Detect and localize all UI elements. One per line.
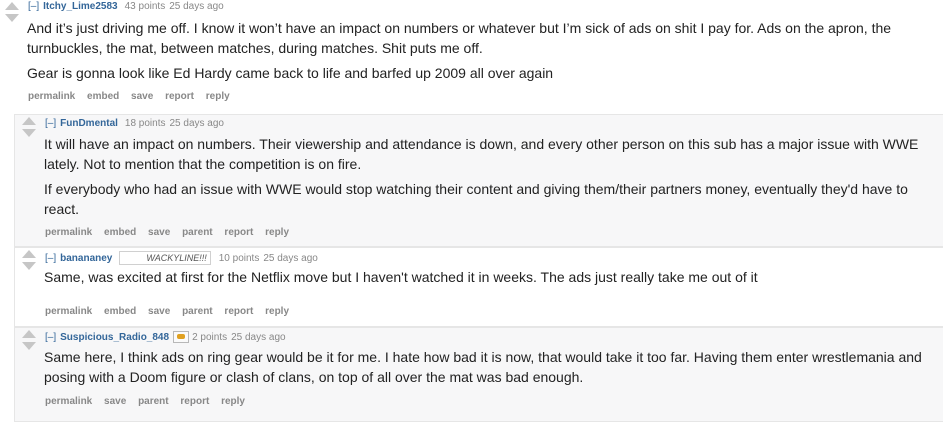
- comment-nested: [–] Suspicious_Radio_848 2 points 25 day…: [14, 327, 943, 422]
- parent-button[interactable]: parent: [182, 306, 213, 317]
- save-button[interactable]: save: [148, 306, 170, 317]
- score: 18 points: [124, 118, 166, 129]
- collapse-toggle[interactable]: [–]: [45, 253, 56, 264]
- report-button[interactable]: report: [224, 227, 253, 238]
- permalink-button[interactable]: permalink: [45, 227, 92, 238]
- comment-tagline: [–] Itchy_Lime2583 43 points 25 days ago: [28, 1, 224, 12]
- comment-body: Same, was excited at first for the Netfl…: [44, 267, 924, 292]
- vote-arrows: [21, 330, 37, 350]
- reply-button[interactable]: reply: [221, 396, 245, 407]
- timestamp: 25 days ago: [169, 118, 225, 129]
- comment-actions: permalink embed save parent report reply: [45, 306, 298, 317]
- comment-actions: permalink embed save parent report reply: [45, 227, 298, 238]
- reply-button[interactable]: reply: [265, 306, 289, 317]
- report-button[interactable]: report: [165, 91, 194, 102]
- parent-button[interactable]: parent: [182, 227, 213, 238]
- comment-paragraph: Same, was excited at first for the Netfl…: [44, 269, 758, 285]
- report-button[interactable]: report: [224, 306, 253, 317]
- vote-arrows: [4, 2, 20, 22]
- upvote-arrow-icon[interactable]: [22, 330, 36, 338]
- permalink-button[interactable]: permalink: [28, 91, 75, 102]
- user-flair: WACKYLINE!!!: [119, 251, 211, 265]
- score: 10 points: [218, 252, 260, 264]
- upvote-arrow-icon[interactable]: [22, 117, 36, 125]
- author-link[interactable]: banananey: [60, 253, 112, 264]
- reply-button[interactable]: reply: [265, 227, 289, 238]
- comment-tagline: [–] FunDmental 18 points 25 days ago: [45, 118, 224, 129]
- comment-paragraph: Same here, I think ads on ring gear woul…: [44, 349, 922, 385]
- embed-button[interactable]: embed: [104, 306, 136, 317]
- comment-body: Same here, I think ads on ring gear woul…: [44, 347, 924, 392]
- timestamp: 25 days ago: [263, 252, 318, 264]
- comment-actions: permalink save parent report reply: [45, 396, 254, 407]
- collapse-toggle[interactable]: [–]: [45, 118, 56, 129]
- comment-actions: permalink embed save report reply: [28, 91, 239, 102]
- vote-arrows: [21, 250, 37, 270]
- score: 2 points: [192, 331, 228, 343]
- comment: [–] Itchy_Lime2583 43 points 25 days ago…: [0, 0, 943, 112]
- score: 43 points: [124, 1, 166, 12]
- embed-button[interactable]: embed: [104, 227, 136, 238]
- downvote-arrow-icon[interactable]: [22, 262, 36, 270]
- parent-button[interactable]: parent: [138, 396, 169, 407]
- report-button[interactable]: report: [180, 396, 209, 407]
- reply-button[interactable]: reply: [206, 91, 230, 102]
- comment-paragraph: It will have an impact on numbers. Their…: [44, 136, 919, 172]
- comment-paragraph: And it’s just driving me off. I know it …: [27, 20, 892, 56]
- permalink-button[interactable]: permalink: [45, 306, 92, 317]
- author-link[interactable]: FunDmental: [60, 118, 118, 129]
- collapse-toggle[interactable]: [–]: [28, 1, 39, 12]
- downvote-arrow-icon[interactable]: [5, 14, 19, 22]
- comment-body: And it’s just driving me off. I know it …: [27, 18, 937, 88]
- comment-paragraph: If everybody who had an issue with WWE w…: [44, 181, 908, 217]
- comment-nested: [–] FunDmental 18 points 25 days ago It …: [14, 114, 943, 247]
- comment-paragraph: Gear is gonna look like Ed Hardy came ba…: [27, 65, 554, 81]
- upvote-arrow-icon[interactable]: [22, 250, 36, 258]
- wrestling-belt-icon: [173, 331, 190, 343]
- collapse-toggle[interactable]: [–]: [45, 332, 56, 343]
- upvote-arrow-icon[interactable]: [5, 2, 19, 10]
- comment-nested: [–] banananey WACKYLINE!!! 10 points 25 …: [14, 247, 943, 327]
- vote-arrows: [21, 117, 37, 137]
- save-button[interactable]: save: [131, 91, 153, 102]
- downvote-arrow-icon[interactable]: [22, 129, 36, 137]
- timestamp: 25 days ago: [231, 331, 286, 343]
- timestamp: 25 days ago: [169, 1, 224, 12]
- comment-tagline: [–] banananey WACKYLINE!!! 10 points 25 …: [45, 251, 318, 265]
- downvote-arrow-icon[interactable]: [22, 342, 36, 350]
- permalink-button[interactable]: permalink: [45, 396, 92, 407]
- author-link[interactable]: Suspicious_Radio_848: [60, 332, 169, 343]
- comment-tagline: [–] Suspicious_Radio_848 2 points 25 day…: [45, 331, 286, 343]
- save-button[interactable]: save: [104, 396, 126, 407]
- embed-button[interactable]: embed: [87, 91, 119, 102]
- save-button[interactable]: save: [148, 227, 170, 238]
- author-link[interactable]: Itchy_Lime2583: [43, 1, 118, 12]
- comment-body: It will have an impact on numbers. Their…: [44, 134, 924, 224]
